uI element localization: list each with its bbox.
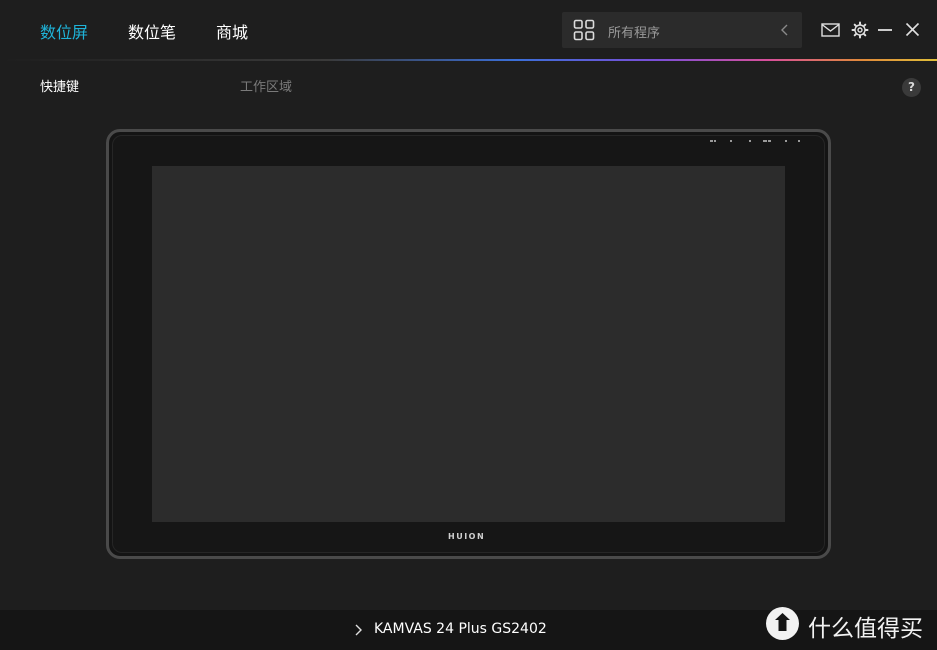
chevron-left-icon[interactable] [778,22,792,38]
chevron-right-icon[interactable] [353,623,363,637]
mail-icon[interactable] [821,23,840,37]
app-selector[interactable]: 所有程序 [562,12,802,48]
device-name[interactable]: KAMVAS 24 Plus GS2402 [374,621,547,637]
tab-pen[interactable]: 数位笔 [128,19,176,43]
device-brand-logo: HUION [448,532,486,541]
device-indicator-buttons [710,140,800,142]
minimize-icon[interactable] [877,22,893,38]
watermark-logo-icon [766,607,799,640]
subtab-shortcut-keys[interactable]: 快捷键 [40,76,79,95]
gear-icon[interactable] [851,21,869,39]
device-screen-area[interactable] [152,166,785,522]
tab-display[interactable]: 数位屏 [40,19,88,43]
accent-gradient-divider [0,59,937,61]
subtab-work-area[interactable]: 工作区域 [240,76,292,95]
app-selector-label: 所有程序 [608,26,661,41]
watermark-text: 什么值得买 [808,616,923,642]
grid-icon [573,19,595,41]
tab-store[interactable]: 商城 [216,19,248,43]
help-button[interactable]: ? [902,78,921,97]
close-icon[interactable] [905,22,920,37]
